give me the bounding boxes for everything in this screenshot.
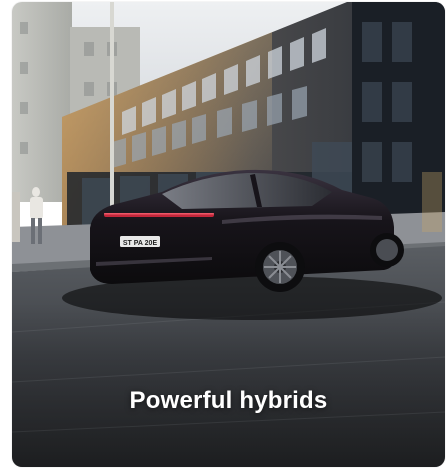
promo-card[interactable]: ST PA 20E Powerful hybrids	[12, 2, 445, 467]
card-title: Powerful hybrids	[129, 387, 328, 414]
license-plate-text: ST PA 20E	[123, 240, 158, 247]
